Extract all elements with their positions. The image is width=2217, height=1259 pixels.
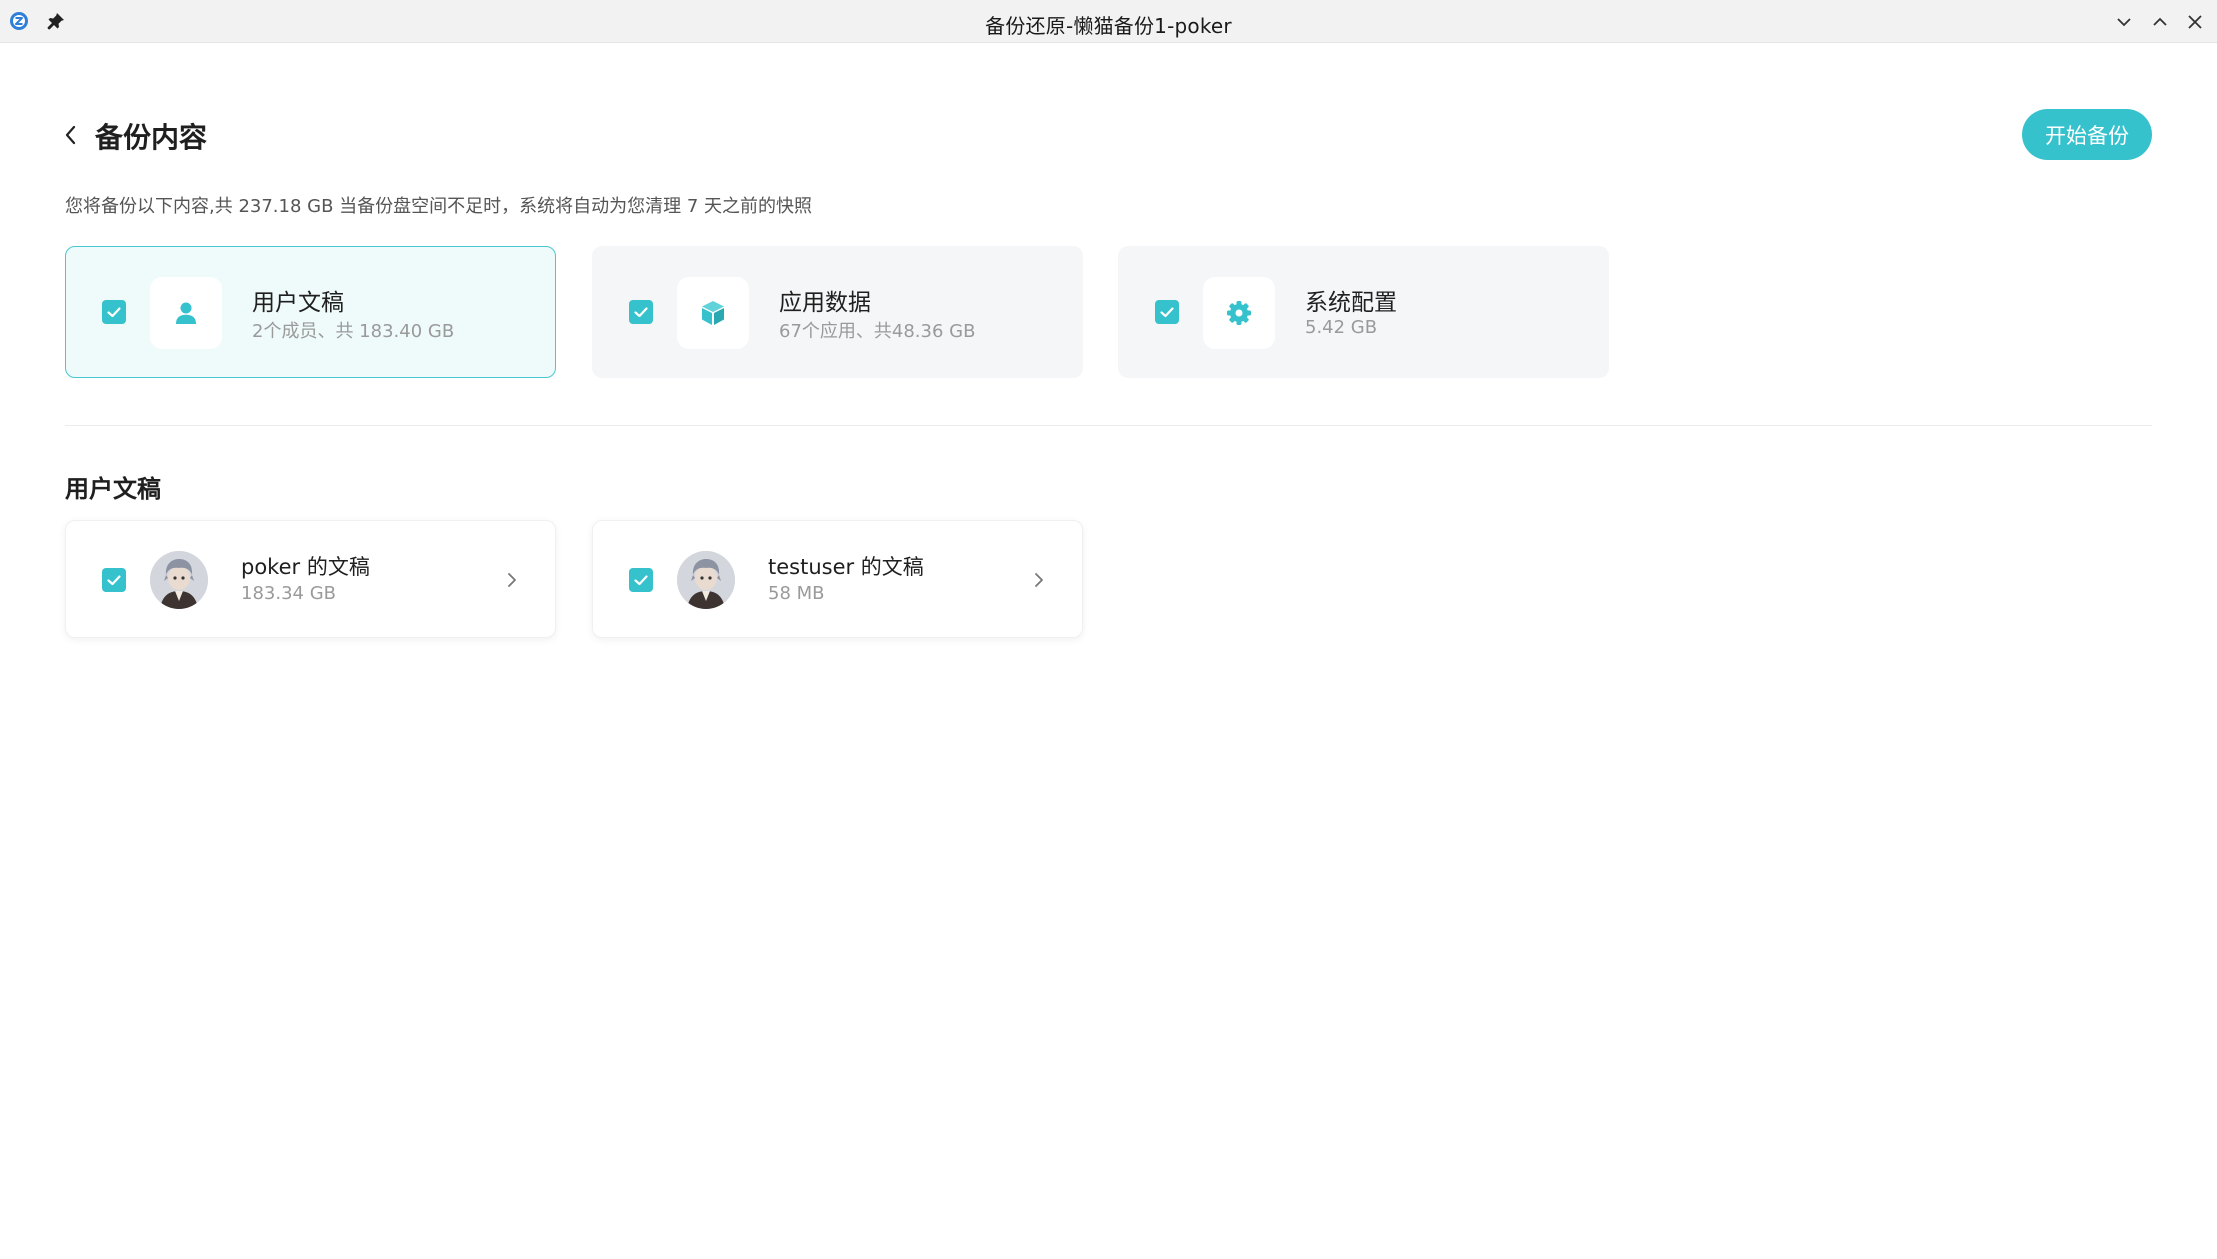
category-card-app-data[interactable]: 应用数据 67个应用、共48.36 GB	[592, 246, 1083, 378]
checkbox-system-config[interactable]	[1155, 300, 1179, 324]
chevron-left-icon	[65, 125, 76, 145]
maximize-button[interactable]	[2147, 9, 2173, 35]
user-document-size: 183.34 GB	[241, 583, 337, 604]
start-backup-button[interactable]: 开始备份	[2022, 109, 2152, 160]
avatar	[150, 551, 208, 609]
category-card-system-config[interactable]: 系统配置 5.42 GB	[1118, 246, 1609, 378]
category-title: 应用数据	[779, 290, 871, 316]
user-document-name: poker 的文稿	[241, 555, 370, 579]
window-title: 备份还原-懒猫备份1-poker	[985, 14, 1232, 38]
category-subtitle: 5.42 GB	[1305, 317, 1378, 338]
close-icon	[2188, 15, 2202, 29]
avatar	[677, 551, 735, 609]
user-document-card-poker[interactable]: poker 的文稿 183.34 GB	[65, 520, 556, 638]
category-title: 系统配置	[1305, 290, 1397, 316]
checkbox-user-documents[interactable]	[102, 300, 126, 324]
user-document-name: testuser 的文稿	[768, 555, 924, 579]
close-button[interactable]	[2182, 9, 2208, 35]
checkbox-user-testuser[interactable]	[629, 568, 653, 592]
chevron-right-icon[interactable]	[1029, 568, 1049, 592]
page-title: 备份内容	[95, 121, 208, 154]
checkmark-icon	[634, 575, 648, 586]
user-document-card-testuser[interactable]: testuser 的文稿 58 MB	[592, 520, 1083, 638]
chevron-down-icon	[2117, 18, 2131, 27]
user-icon	[150, 277, 222, 349]
checkbox-app-data[interactable]	[629, 300, 653, 324]
backup-description: 您将备份以下内容,共 237.18 GB 当备份盘空间不足时，系统将自动为您清理…	[65, 196, 813, 217]
chevron-right-icon[interactable]	[502, 568, 522, 592]
checkbox-user-poker[interactable]	[102, 568, 126, 592]
checkmark-icon	[634, 307, 648, 318]
checkmark-icon	[1160, 307, 1174, 318]
checkmark-icon	[107, 575, 121, 586]
gear-icon	[1203, 277, 1275, 349]
minimize-button[interactable]	[2111, 9, 2137, 35]
cube-icon	[677, 277, 749, 349]
title-bar: 备份还原-懒猫备份1-poker	[0, 0, 2217, 43]
backup-window: 备份还原-懒猫备份1-poker 备份内容 开始备份 您将备份以下内容,共 23…	[0, 0, 2217, 1259]
chevron-up-icon	[2153, 17, 2167, 26]
user-document-size: 58 MB	[768, 583, 825, 604]
section-divider	[65, 425, 2152, 426]
category-subtitle: 2个成员、共 183.40 GB	[252, 321, 455, 342]
checkmark-icon	[107, 307, 121, 318]
back-button[interactable]	[58, 120, 84, 150]
category-card-user-documents[interactable]: 用户文稿 2个成员、共 183.40 GB	[65, 246, 556, 378]
section-title: 用户文稿	[65, 475, 161, 503]
category-subtitle: 67个应用、共48.36 GB	[779, 321, 976, 342]
category-title: 用户文稿	[252, 290, 344, 316]
